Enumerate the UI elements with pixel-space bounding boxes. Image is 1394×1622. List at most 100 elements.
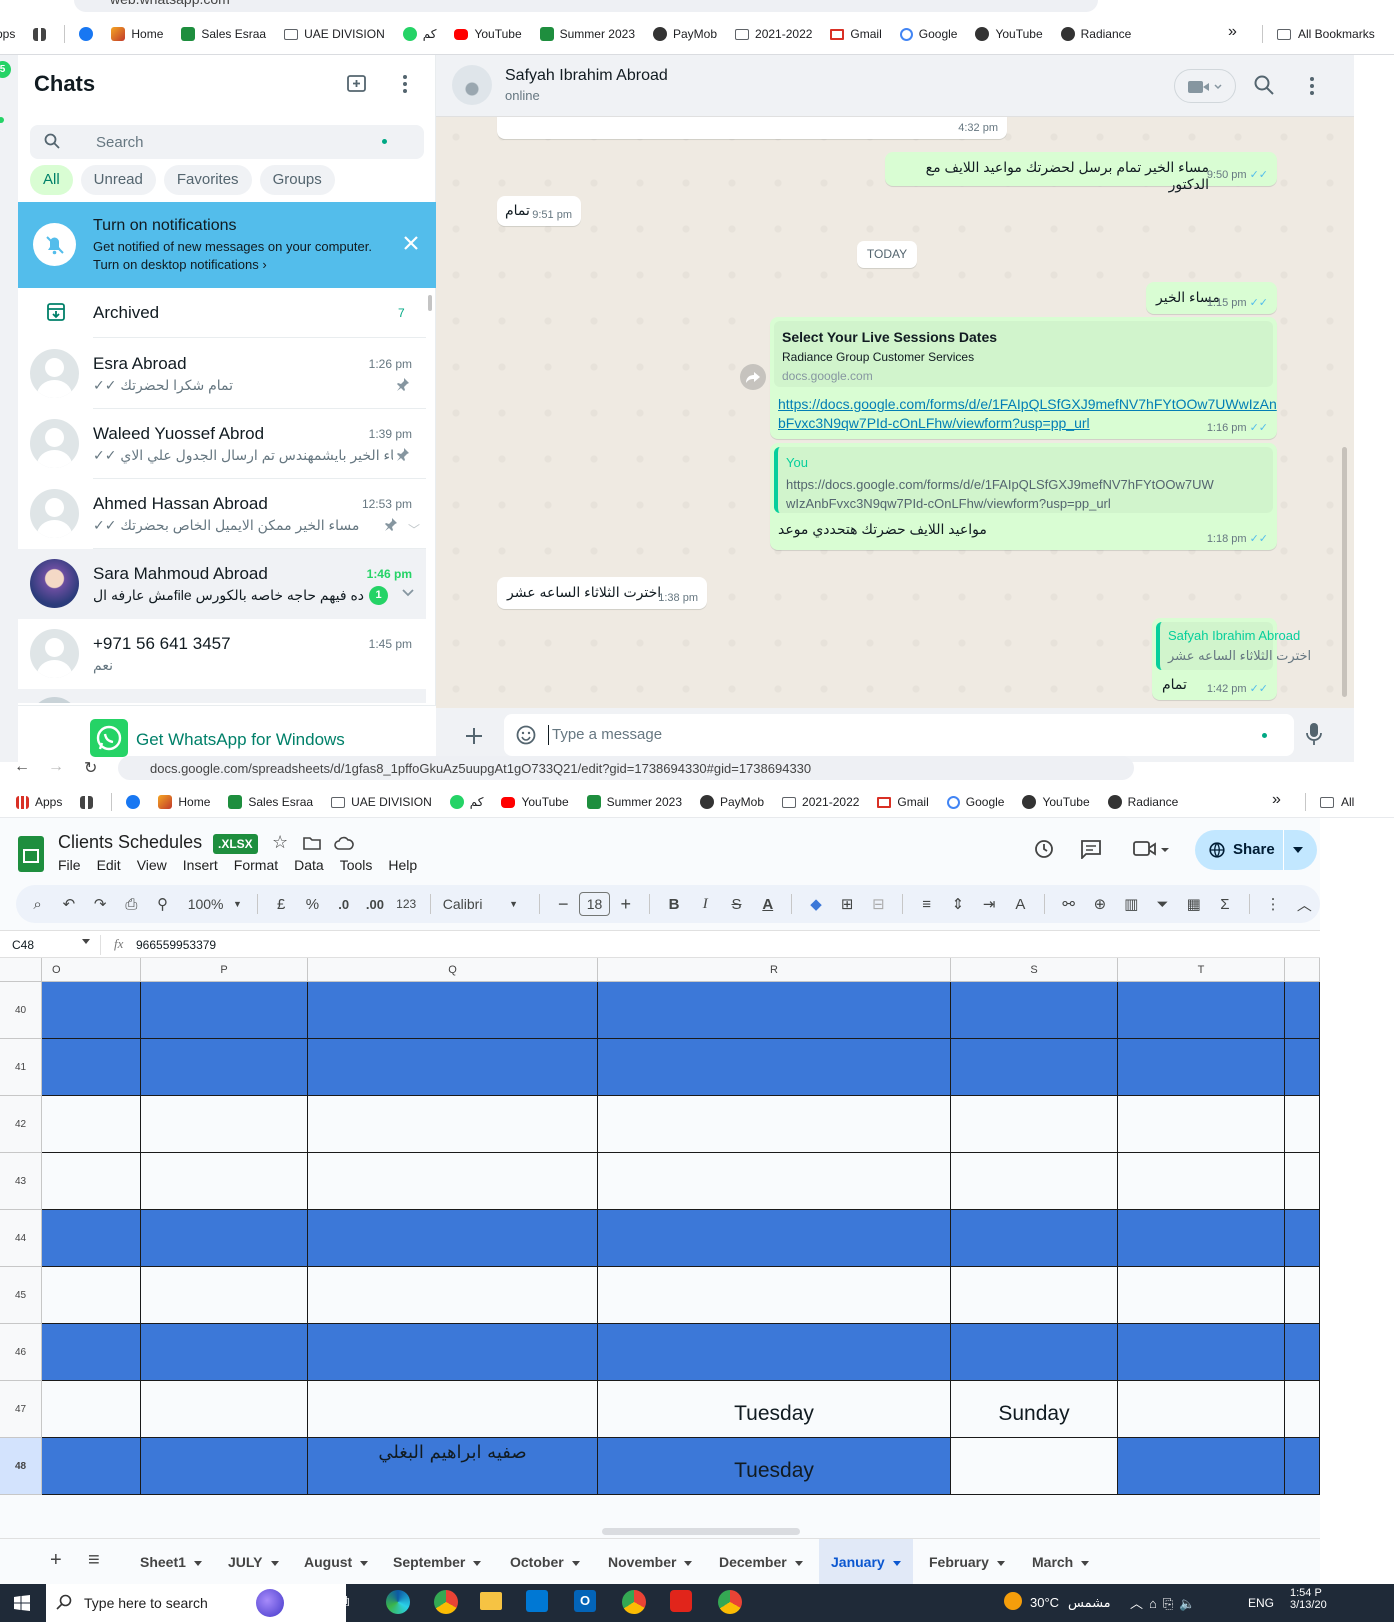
grid-cell[interactable] xyxy=(42,1153,141,1210)
tab-grid-icon[interactable] xyxy=(33,27,47,41)
bookmark-google[interactable]: Google xyxy=(899,27,957,41)
close-icon[interactable] xyxy=(404,236,418,250)
weather-icon[interactable] xyxy=(1004,1592,1022,1610)
chat-item-esra[interactable]: Esra Abroad ✓✓ تمام شكرا لحضرتك 1:26 pm xyxy=(18,339,426,409)
increase-decimal-button[interactable]: .00 xyxy=(359,897,390,912)
address-bar[interactable]: web.whatsapp.com xyxy=(74,0,1098,12)
grid-cell[interactable] xyxy=(1285,1438,1320,1495)
filter-groups[interactable]: Groups xyxy=(259,165,335,195)
archived-row[interactable]: Archived 7 xyxy=(18,288,426,338)
grid-cell[interactable] xyxy=(1118,1324,1285,1381)
grid-cell[interactable]: Tuesday xyxy=(598,1381,951,1438)
print-icon[interactable]: ⎙ xyxy=(116,896,147,913)
number-format-button[interactable]: 123 xyxy=(391,897,422,911)
italic-icon[interactable]: I xyxy=(690,896,721,913)
bookmark-youtube[interactable]: YouTube xyxy=(454,27,522,41)
new-chat-icon[interactable] xyxy=(346,73,368,95)
sheet-tab-sheet1[interactable]: Sheet1 xyxy=(140,1539,202,1585)
grid-cell[interactable] xyxy=(1118,1039,1285,1096)
bookmark-sales-esraa[interactable]: Sales Esraa xyxy=(181,27,266,41)
horizontal-scrollbar[interactable] xyxy=(602,1528,800,1535)
system-tray-icons[interactable]: ︿⌂⎘🔈 xyxy=(1130,1593,1201,1612)
bookmark-uae-division[interactable]: UAE DIVISION xyxy=(331,795,432,809)
fill-color-icon[interactable]: ◆ xyxy=(800,895,831,913)
edge-icon[interactable] xyxy=(386,1590,410,1614)
grid-cell[interactable] xyxy=(1285,1210,1320,1267)
name-box[interactable]: C48 xyxy=(12,938,34,952)
grid-cell[interactable] xyxy=(1118,1438,1285,1495)
grid-cell[interactable] xyxy=(42,1381,141,1438)
outlook-icon[interactable]: O xyxy=(574,1590,596,1612)
chevron-down-icon[interactable] xyxy=(402,589,414,597)
sheet-tab-july[interactable]: JULY xyxy=(228,1539,279,1585)
menu-insert[interactable]: Insert xyxy=(183,857,218,873)
bookmark-home[interactable]: Home xyxy=(158,795,210,809)
sheet-tab-february[interactable]: February xyxy=(929,1539,1005,1585)
message-link[interactable]: https://docs.google.com/forms/d/e/1FAIpQ… xyxy=(778,395,1277,433)
grid-cell[interactable] xyxy=(1285,1039,1320,1096)
menu-file[interactable]: File xyxy=(58,857,81,873)
decrease-font-icon[interactable]: − xyxy=(548,894,579,915)
text-color-icon[interactable]: A xyxy=(752,896,783,913)
bookmark-youtube[interactable]: YouTube xyxy=(501,795,569,809)
tab-grid-icon[interactable] xyxy=(80,795,94,809)
column-header[interactable]: T xyxy=(1118,958,1285,982)
menu-view[interactable]: View xyxy=(137,857,167,873)
all-bookmarks[interactable]: All Bookmarks xyxy=(1262,25,1375,43)
scrollbar-thumb[interactable] xyxy=(428,295,432,311)
column-header[interactable]: O xyxy=(42,958,141,982)
formula-input[interactable]: 966559953379 xyxy=(136,938,216,952)
row-header[interactable]: 45 xyxy=(0,1267,42,1324)
grid-cell[interactable] xyxy=(1118,982,1285,1039)
filter-icon[interactable]: ⏷ xyxy=(1147,896,1178,913)
currency-button[interactable]: £ xyxy=(266,896,297,913)
bookmark-summer-2023[interactable]: Summer 2023 xyxy=(539,27,635,41)
strikethrough-icon[interactable]: S xyxy=(721,896,752,913)
row-header[interactable]: 44 xyxy=(0,1210,42,1267)
grid-cell[interactable]: صفيه ابراهيم البغلي xyxy=(308,1438,598,1495)
grid-cell[interactable] xyxy=(141,1096,308,1153)
row-header[interactable]: 40 xyxy=(0,982,42,1039)
sheet-tab-january[interactable]: January xyxy=(819,1539,913,1585)
functions-icon[interactable]: Σ xyxy=(1209,896,1240,913)
menu-edit[interactable]: Edit xyxy=(97,857,121,873)
bookmark-paymob[interactable]: PayMob xyxy=(700,795,764,809)
column-header[interactable]: Q xyxy=(308,958,598,982)
bookmark-whatsapp[interactable]: كم xyxy=(402,27,436,41)
store-icon[interactable] xyxy=(526,1590,548,1612)
grid-cell[interactable] xyxy=(308,1210,598,1267)
menu-tools[interactable]: Tools xyxy=(340,857,373,873)
sheet-tab-november[interactable]: November xyxy=(608,1539,692,1585)
message-incoming[interactable]: تمام 9:51 pm xyxy=(497,196,581,226)
bookmark-youtube-2[interactable]: YouTube xyxy=(1022,795,1090,809)
bookmark-facebook[interactable] xyxy=(79,27,94,41)
doc-title[interactable]: Clients Schedules xyxy=(58,832,202,853)
comment-icon[interactable]: ⊕ xyxy=(1084,895,1115,913)
grid-cell[interactable] xyxy=(951,982,1118,1039)
filter-favorites[interactable]: Favorites xyxy=(163,165,252,195)
column-header[interactable]: R xyxy=(598,958,951,982)
menu-dots-icon[interactable] xyxy=(399,73,411,95)
merge-cells-icon[interactable]: ⊟ xyxy=(863,895,894,913)
message-input[interactable]: Type a message xyxy=(552,726,662,743)
grid-cell[interactable]: Tuesday xyxy=(598,1438,951,1495)
chat-item-partial[interactable] xyxy=(18,689,426,703)
sheet-tab-september[interactable]: September xyxy=(393,1539,481,1585)
grid-cell[interactable] xyxy=(1285,1324,1320,1381)
grid-cell[interactable] xyxy=(1285,1267,1320,1324)
plus-icon[interactable] xyxy=(464,726,484,746)
chevron-down-icon[interactable] xyxy=(82,939,90,944)
grid-cell[interactable] xyxy=(1118,1381,1285,1438)
grid-cell[interactable] xyxy=(42,1324,141,1381)
grid-cell[interactable] xyxy=(1118,1153,1285,1210)
acrobat-icon[interactable] xyxy=(670,1590,692,1612)
bookmark-2021-2022[interactable]: 2021-2022 xyxy=(782,795,859,809)
grid-cell[interactable] xyxy=(598,1210,951,1267)
task-view-icon[interactable]: ⧉ xyxy=(338,1593,349,1611)
link-preview-card[interactable]: Select Your Live Sessions Dates Radiance… xyxy=(774,321,1273,387)
grid-cell[interactable] xyxy=(308,1096,598,1153)
grid-cell[interactable] xyxy=(308,982,598,1039)
avatar[interactable] xyxy=(452,65,492,105)
sheets-logo-icon[interactable] xyxy=(18,836,44,872)
bookmark-2021-2022[interactable]: 2021-2022 xyxy=(735,27,812,41)
